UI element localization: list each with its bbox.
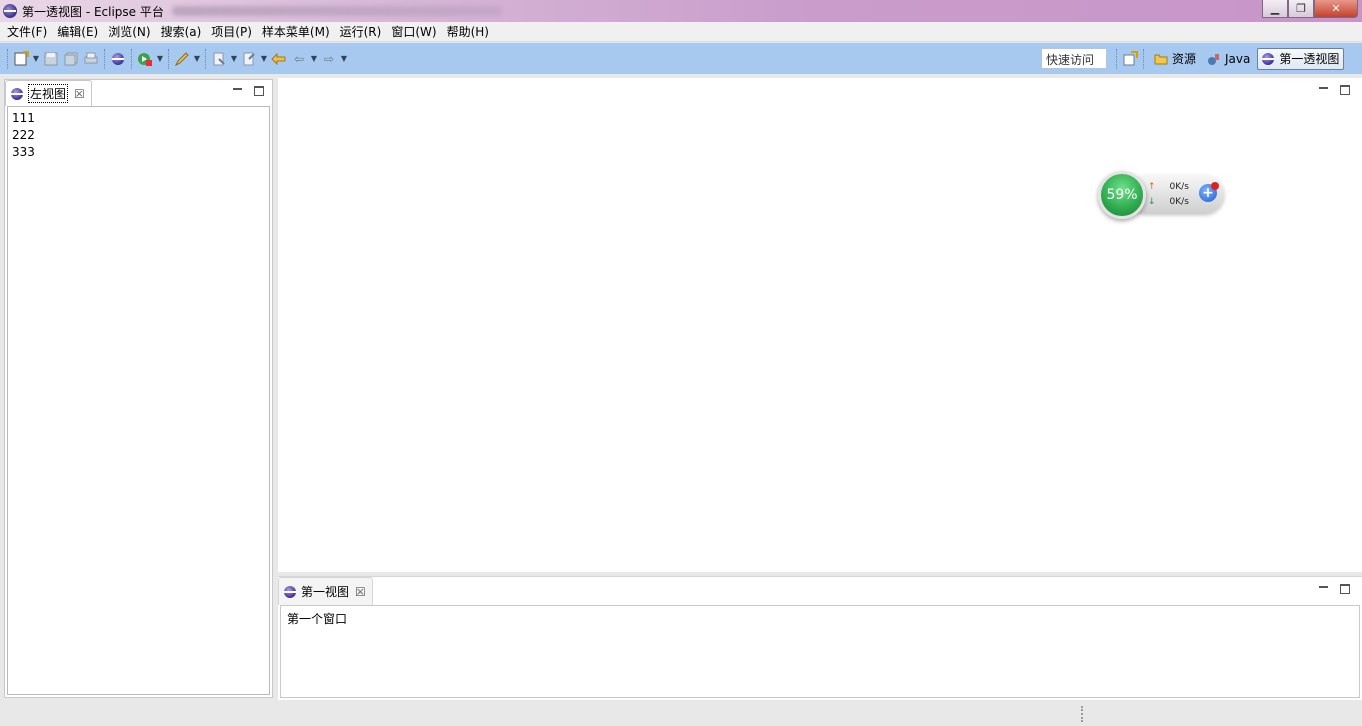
upload-arrow-icon: ↑: [1148, 182, 1156, 192]
menu-file[interactable]: 文件(F): [2, 23, 52, 40]
eclipse-icon: [1262, 52, 1275, 65]
perspective-resource-label: 资源: [1172, 52, 1197, 66]
download-rate: 0K/s: [1169, 197, 1189, 207]
back-dropdown-icon[interactable]: ▼: [309, 50, 319, 68]
forward-dropdown-icon[interactable]: ▼: [339, 50, 349, 68]
perspective-resource-button[interactable]: 资源: [1150, 48, 1200, 70]
save-icon[interactable]: [42, 50, 60, 68]
new-file-icon[interactable]: [12, 50, 30, 68]
left-view-tabbar: 左视图 ☒: [5, 80, 272, 106]
toolbar-separator: [1143, 48, 1144, 69]
print-icon[interactable]: [82, 50, 100, 68]
left-view-controls: [233, 86, 264, 97]
java-icon: [1208, 53, 1220, 65]
menu-sample[interactable]: 样本菜单(M): [257, 23, 335, 40]
toolbar-separator: [205, 48, 206, 69]
menu-help[interactable]: 帮助(H): [442, 23, 494, 40]
minimize-button[interactable]: ▁: [1262, 0, 1288, 18]
editor-area[interactable]: [278, 78, 1362, 572]
minimize-view-icon[interactable]: [233, 88, 242, 97]
toolbar-separator: [104, 48, 105, 69]
prev-annotation-icon[interactable]: [240, 50, 258, 68]
close-tab-icon[interactable]: ☒: [355, 585, 366, 599]
perspective-java-button[interactable]: Java: [1203, 48, 1254, 70]
window-title: 第一透视图 - Eclipse 平台: [22, 4, 164, 19]
title-bar: 第一透视图 - Eclipse 平台 ▁ ❐ ✕: [0, 0, 1362, 22]
open-perspective-icon[interactable]: [1121, 50, 1139, 68]
network-speed-widget[interactable]: 59% ↑ 0K/s ↓ 0K/s +: [1098, 171, 1226, 219]
menu-edit[interactable]: 编辑(E): [52, 23, 103, 40]
status-bar: [0, 700, 1362, 726]
left-view-list: 111 222 333: [7, 106, 270, 695]
first-view-text: 第一个窗口: [287, 612, 348, 626]
maximize-button[interactable]: ❐: [1288, 0, 1314, 18]
tab-first-view[interactable]: 第一视图 ☒: [278, 577, 373, 605]
save-all-icon[interactable]: [62, 50, 80, 68]
network-rates: ↑ 0K/s ↓ 0K/s: [1148, 180, 1189, 210]
close-button[interactable]: ✕: [1314, 0, 1358, 18]
bottom-view-controls: [1319, 584, 1350, 595]
menu-search[interactable]: 搜索(a): [156, 23, 207, 40]
pen-tool-icon[interactable]: [173, 50, 191, 68]
maximize-editor-icon[interactable]: [1340, 85, 1350, 95]
next-annotation-dropdown-icon[interactable]: ▼: [229, 50, 239, 68]
perspective-first-label: 第一透视图: [1279, 52, 1340, 66]
download-arrow-icon: ↓: [1148, 197, 1156, 207]
maximize-view-icon[interactable]: [254, 86, 264, 96]
back-arrow-icon[interactable]: ⇦: [290, 50, 308, 68]
eclipse-app-icon[interactable]: [3, 4, 17, 18]
menu-navigate[interactable]: 浏览(N): [103, 23, 155, 40]
perspective-first-button[interactable]: 第一透视图: [1257, 47, 1345, 70]
list-item[interactable]: 222: [12, 127, 265, 144]
quick-access-input[interactable]: 快速访问: [1041, 48, 1107, 69]
memory-usage-percent: 59%: [1106, 187, 1138, 203]
list-item[interactable]: 111: [12, 110, 265, 127]
prev-annotation-dropdown-icon[interactable]: ▼: [259, 50, 269, 68]
last-edit-icon[interactable]: [270, 50, 288, 68]
perspective-java-label: Java: [1225, 51, 1251, 66]
menu-run[interactable]: 运行(R): [335, 23, 387, 40]
first-view-content: 第一个窗口: [280, 605, 1360, 698]
eclipse-icon[interactable]: [109, 50, 127, 68]
run-dropdown-icon[interactable]: ▼: [155, 50, 165, 68]
status-bar-grip[interactable]: [1081, 706, 1083, 722]
memory-usage-circle[interactable]: 59%: [1098, 171, 1146, 219]
minimize-editor-icon[interactable]: [1319, 87, 1328, 96]
left-view-panel: 左视图 ☒ 111 222 333: [4, 79, 273, 698]
toolbar-separator: [168, 48, 169, 69]
eclipse-view-icon: [11, 87, 23, 100]
notification-dot: [1211, 182, 1219, 190]
toolbar-separator: [7, 48, 8, 69]
forward-arrow-icon[interactable]: ⇨: [320, 50, 338, 68]
upload-rate: 0K/s: [1169, 182, 1189, 192]
new-dropdown-icon[interactable]: ▼: [31, 50, 41, 68]
first-view-tab-label: 第一视图: [301, 585, 350, 599]
eclipse-view-icon: [284, 585, 296, 598]
next-annotation-icon[interactable]: [210, 50, 228, 68]
window-controls: ▁ ❐ ✕: [1262, 0, 1358, 18]
run-icon[interactable]: [136, 50, 154, 68]
main-toolbar: ▼ ▼ ▼ ▼ ▼ ⇦ ▼ ⇨ ▼ 快速访问 资源 Java 第一透视图: [0, 43, 1362, 74]
menu-bar: 文件(F) 编辑(E) 浏览(N) 搜索(a) 项目(P) 样本菜单(M) 运行…: [0, 22, 1362, 42]
toolbar-separator: [1116, 48, 1117, 69]
editor-controls: [1319, 85, 1350, 96]
list-item[interactable]: 333: [12, 144, 265, 161]
blurred-title-region: [171, 6, 502, 16]
minimize-view-icon[interactable]: [1319, 586, 1328, 595]
toolbar-separator: [131, 48, 132, 69]
perspective-switcher: 资源 Java 第一透视图: [1113, 45, 1345, 72]
menu-window[interactable]: 窗口(W): [386, 23, 441, 40]
menu-project[interactable]: 项目(P): [206, 23, 257, 40]
close-tab-icon[interactable]: ☒: [74, 87, 85, 101]
bottom-view-panel: 第一视图 ☒ 第一个窗口: [278, 576, 1362, 700]
tab-left-view[interactable]: 左视图 ☒: [5, 80, 92, 106]
resource-folder-icon: [1154, 54, 1168, 64]
maximize-view-icon[interactable]: [1340, 584, 1350, 594]
left-view-tab-label: 左视图: [28, 84, 69, 103]
pen-dropdown-icon[interactable]: ▼: [192, 50, 202, 68]
